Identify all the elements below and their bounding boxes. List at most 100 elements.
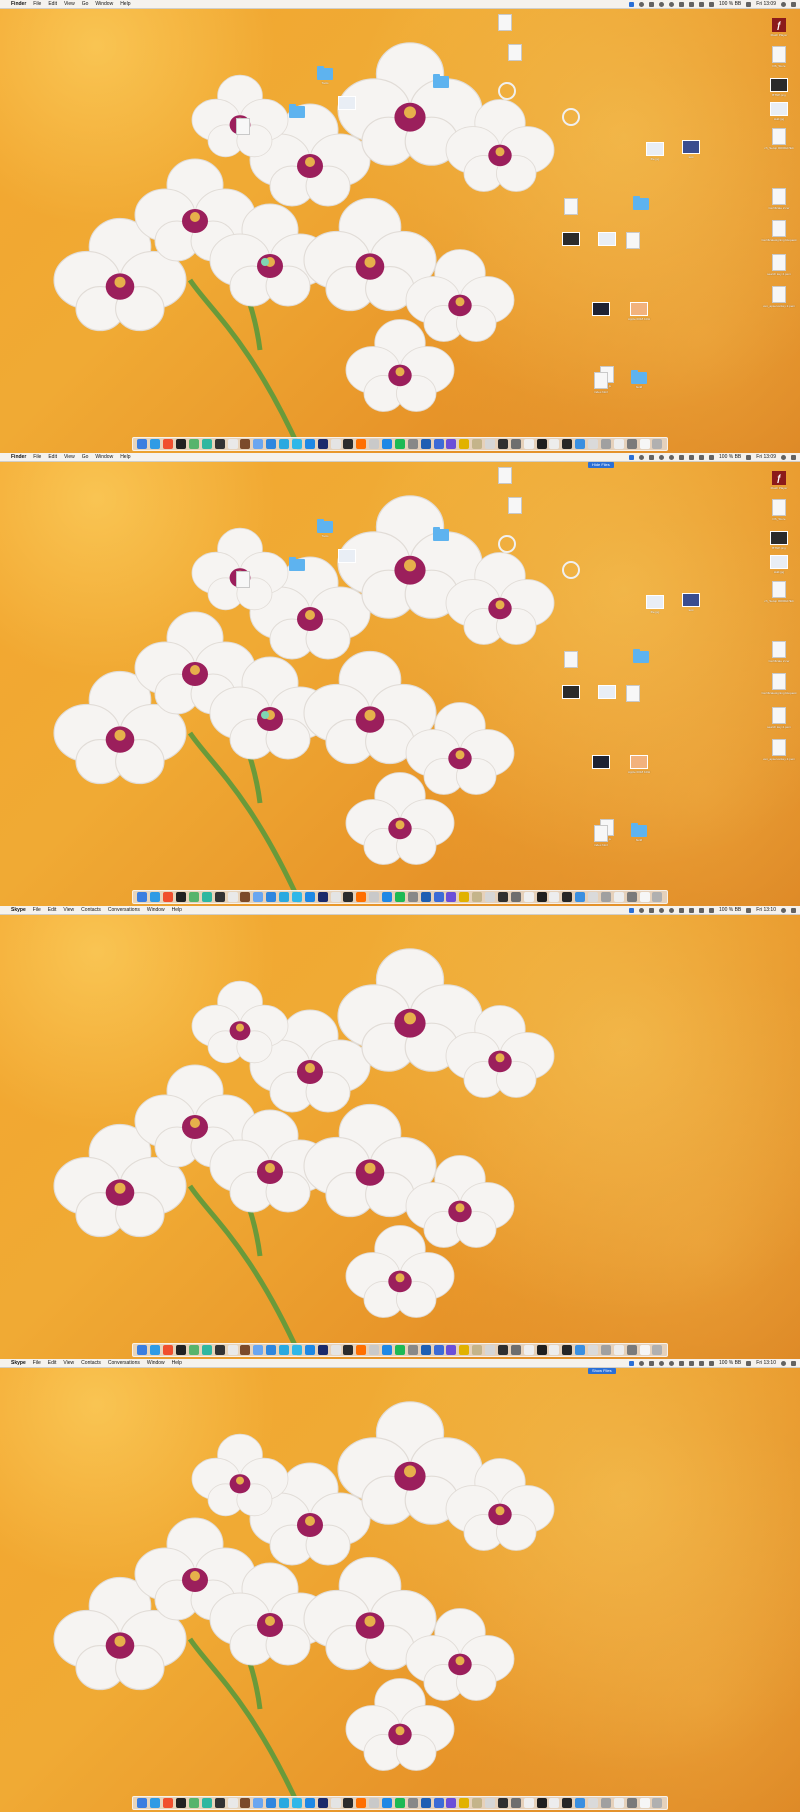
display-icon[interactable] bbox=[746, 1360, 752, 1366]
dock-app-icon[interactable] bbox=[291, 892, 302, 902]
dock-app-icon[interactable] bbox=[600, 892, 611, 902]
bluetooth-icon[interactable] bbox=[689, 1, 695, 7]
dock-app-icon[interactable] bbox=[523, 1798, 534, 1808]
dock-app-icon[interactable] bbox=[652, 439, 663, 449]
dock-app-icon[interactable] bbox=[652, 1798, 663, 1808]
dock-app-icon[interactable] bbox=[652, 892, 663, 902]
dock-app-icon[interactable] bbox=[330, 892, 341, 902]
dock-app-icon[interactable] bbox=[420, 892, 431, 902]
desktop-file[interactable] bbox=[490, 14, 520, 31]
dock-app-icon[interactable] bbox=[613, 1798, 624, 1808]
desktop-file[interactable]: Apple 0018 1RH bbox=[624, 755, 654, 774]
dock-app-icon[interactable] bbox=[201, 1345, 212, 1355]
desktop-app[interactable] bbox=[250, 258, 280, 266]
dock-app-icon[interactable] bbox=[176, 1345, 187, 1355]
dock-app-icon[interactable] bbox=[266, 1345, 277, 1355]
volume-icon[interactable] bbox=[709, 454, 715, 460]
dock-app-icon[interactable] bbox=[240, 892, 251, 902]
dock-app-icon[interactable] bbox=[523, 439, 534, 449]
skype-status-icon[interactable] bbox=[639, 907, 645, 913]
desktop-file[interactable]: test bbox=[676, 593, 706, 612]
menu-bar-clock[interactable]: Fri 13:10 bbox=[756, 1359, 776, 1367]
menu-help[interactable]: Help bbox=[120, 0, 130, 8]
dock-app-icon[interactable] bbox=[523, 1345, 534, 1355]
spotlight-icon[interactable] bbox=[781, 1360, 786, 1366]
dock-app-icon[interactable] bbox=[562, 1345, 573, 1355]
menu-contacts[interactable]: Contacts bbox=[81, 906, 101, 914]
dock-app-icon[interactable] bbox=[472, 1345, 483, 1355]
dock-app-icon[interactable] bbox=[214, 439, 225, 449]
dock-app-icon[interactable] bbox=[317, 439, 328, 449]
desktop-file[interactable]: Hdd.jpg bbox=[764, 102, 794, 121]
desktop-file[interactable]: index.html bbox=[586, 372, 616, 394]
sync-icon[interactable] bbox=[659, 1, 665, 7]
active-app-name[interactable]: Finder bbox=[11, 0, 26, 8]
dock-app-icon[interactable] bbox=[304, 892, 315, 902]
dock-app-icon[interactable] bbox=[626, 439, 637, 449]
dock-app-icon[interactable] bbox=[240, 1345, 251, 1355]
time-machine-icon[interactable] bbox=[669, 1360, 675, 1366]
dock-app-icon[interactable] bbox=[420, 439, 431, 449]
display-icon[interactable] bbox=[746, 907, 752, 913]
dock-app-icon[interactable] bbox=[188, 892, 199, 902]
dock-app-icon[interactable] bbox=[253, 1345, 264, 1355]
skype-status-icon[interactable] bbox=[639, 1, 645, 7]
dock-app-icon[interactable] bbox=[523, 892, 534, 902]
dock-app-icon[interactable] bbox=[137, 439, 148, 449]
dock-app-icon[interactable] bbox=[382, 1345, 393, 1355]
hide-files-toggle-icon[interactable] bbox=[629, 1, 635, 7]
dock-app-icon[interactable] bbox=[266, 892, 277, 902]
dock-app-icon[interactable] bbox=[201, 1798, 212, 1808]
dock-app-icon[interactable] bbox=[291, 1798, 302, 1808]
dock-app-icon[interactable] bbox=[549, 1798, 560, 1808]
bluetooth-icon[interactable] bbox=[689, 907, 695, 913]
menu-edit[interactable]: Edit bbox=[48, 0, 57, 8]
desktop-file[interactable]: file.jpg bbox=[640, 142, 670, 161]
dock-app-icon[interactable] bbox=[549, 1345, 560, 1355]
bluetooth-icon[interactable] bbox=[689, 1360, 695, 1366]
menu-bar-clock[interactable]: Fri 13:09 bbox=[756, 0, 776, 8]
menu-view[interactable]: View bbox=[63, 1359, 74, 1367]
desktop-file[interactable]: index.html bbox=[586, 825, 616, 847]
dock-app-icon[interactable] bbox=[433, 439, 444, 449]
dock-app-icon[interactable] bbox=[588, 1798, 599, 1808]
desktop-file[interactable]: Tools bbox=[310, 519, 340, 538]
dock-app-icon[interactable] bbox=[227, 439, 238, 449]
desktop-file[interactable] bbox=[228, 118, 258, 135]
dock-app-icon[interactable] bbox=[433, 1345, 444, 1355]
dock-app-icon[interactable] bbox=[562, 439, 573, 449]
dock-app-icon[interactable] bbox=[639, 1345, 650, 1355]
dock-app-icon[interactable] bbox=[176, 439, 187, 449]
desktop-file[interactable] bbox=[426, 527, 456, 541]
dock-app-icon[interactable] bbox=[214, 892, 225, 902]
menu-help[interactable]: Help bbox=[172, 1359, 182, 1367]
dock-app-icon[interactable] bbox=[382, 1798, 393, 1808]
dock-app-icon[interactable] bbox=[433, 892, 444, 902]
sound-icon[interactable] bbox=[679, 1360, 685, 1366]
dock-app-icon[interactable] bbox=[369, 1798, 380, 1808]
dock-app-icon[interactable] bbox=[510, 1345, 521, 1355]
dock-app-icon[interactable] bbox=[317, 1345, 328, 1355]
hide-files-toggle-icon[interactable] bbox=[629, 1360, 635, 1366]
dock-app-icon[interactable] bbox=[420, 1798, 431, 1808]
desktop-file[interactable] bbox=[626, 196, 656, 210]
dock-app-icon[interactable] bbox=[626, 1798, 637, 1808]
desktop-file[interactable]: DS_Store bbox=[764, 499, 794, 521]
dock-app-icon[interactable] bbox=[163, 1345, 174, 1355]
spotlight-icon[interactable] bbox=[781, 907, 786, 913]
dock-app-icon[interactable] bbox=[163, 439, 174, 449]
dock-app-icon[interactable] bbox=[188, 1345, 199, 1355]
dock-app-icon[interactable] bbox=[356, 1345, 367, 1355]
menu-help[interactable]: Help bbox=[120, 453, 130, 461]
dock-app-icon[interactable] bbox=[575, 439, 586, 449]
dock-app-icon[interactable] bbox=[407, 1345, 418, 1355]
menu-go[interactable]: Go bbox=[82, 453, 89, 461]
dock-app-icon[interactable] bbox=[150, 439, 161, 449]
dock-app-icon[interactable] bbox=[356, 892, 367, 902]
dock-app-icon[interactable] bbox=[279, 892, 290, 902]
dock-app-icon[interactable] bbox=[588, 892, 599, 902]
dock-app-icon[interactable] bbox=[137, 1345, 148, 1355]
dock-app-icon[interactable] bbox=[600, 1345, 611, 1355]
desktop-file[interactable]: Apple 0018 1RH bbox=[624, 302, 654, 321]
notification-center-icon[interactable] bbox=[791, 907, 796, 913]
